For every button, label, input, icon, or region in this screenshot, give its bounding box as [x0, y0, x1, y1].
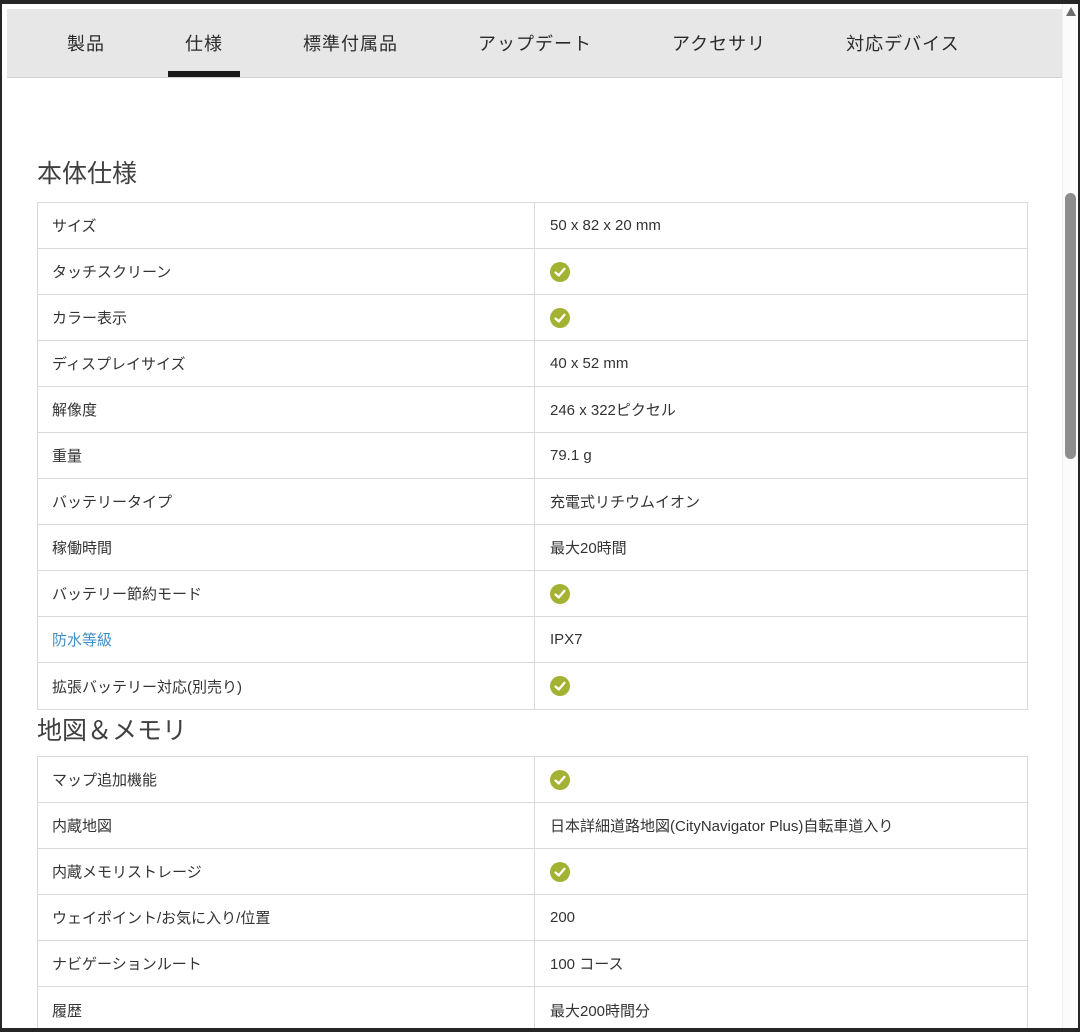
browser-page: 製品 仕様 標準付属品 アップデート アクセサリ 対応デバイス 本体仕様サイズ5…: [0, 0, 1080, 1032]
spec-value-cell: 日本詳細道路地図(CityNavigator Plus)自転車道入り: [535, 803, 1027, 848]
spec-value-cell: 40 x 52 mm: [535, 341, 1027, 386]
table-row: サイズ50 x 82 x 20 mm: [38, 203, 1027, 249]
spec-value-cell: 100 コース: [535, 941, 1027, 986]
spec-content: 本体仕様サイズ50 x 82 x 20 mmタッチスクリーンカラー表示ディスプレ…: [2, 78, 1062, 1028]
spec-value-cell: 246 x 322ピクセル: [535, 387, 1027, 432]
tab-accessories[interactable]: アクセサリ: [672, 9, 766, 77]
table-row: バッテリー節約モード: [38, 571, 1027, 617]
table-row: タッチスクリーン: [38, 249, 1027, 295]
tab-product[interactable]: 製品: [67, 9, 105, 77]
spec-value-cell: [535, 663, 1027, 709]
scrollbar-up-arrow-icon[interactable]: [1066, 7, 1076, 16]
spec-value-cell: [535, 849, 1027, 894]
table-row: 拡張バッテリー対応(別売り): [38, 663, 1027, 709]
spec-label-cell: 拡張バッテリー対応(別売り): [38, 663, 535, 709]
spec-label-cell: 重量: [38, 433, 535, 478]
table-row: 内蔵メモリストレージ: [38, 849, 1027, 895]
spec-value-cell: [535, 249, 1027, 294]
check-icon: [550, 584, 570, 604]
spec-value-cell: 最大20時間: [535, 525, 1027, 570]
section-title: 本体仕様: [37, 159, 1062, 189]
spec-value-cell: 50 x 82 x 20 mm: [535, 203, 1027, 248]
spec-label-cell: サイズ: [38, 203, 535, 248]
table-row: 重量79.1 g: [38, 433, 1027, 479]
table-row: バッテリータイプ充電式リチウムイオン: [38, 479, 1027, 525]
check-icon: [550, 770, 570, 790]
spec-value-cell: IPX7: [535, 617, 1027, 662]
table-row: 稼働時間最大20時間: [38, 525, 1027, 571]
spec-value-cell: [535, 757, 1027, 802]
table-row: マップ追加機能: [38, 757, 1027, 803]
spec-value-cell: 最大200時間分: [535, 987, 1027, 1028]
spec-label-cell: バッテリータイプ: [38, 479, 535, 524]
spec-label-cell: ディスプレイサイズ: [38, 341, 535, 386]
table-row: カラー表示: [38, 295, 1027, 341]
spec-value-cell: 充電式リチウムイオン: [535, 479, 1027, 524]
table-row: 履歴最大200時間分: [38, 987, 1027, 1028]
table-row: ウェイポイント/お気に入り/位置200: [38, 895, 1027, 941]
spec-label-cell: バッテリー節約モード: [38, 571, 535, 616]
spec-label-cell: 内蔵メモリストレージ: [38, 849, 535, 894]
check-icon: [550, 862, 570, 882]
tab-in-the-box[interactable]: 標準付属品: [303, 9, 398, 77]
spec-label-cell: 防水等級: [38, 617, 535, 662]
spec-value-cell: 79.1 g: [535, 433, 1027, 478]
spec-value-cell: [535, 571, 1027, 616]
spec-label-cell: ナビゲーションルート: [38, 941, 535, 986]
table-row: ディスプレイサイズ40 x 52 mm: [38, 341, 1027, 387]
spec-label-cell: 稼働時間: [38, 525, 535, 570]
table-row: 解像度246 x 322ピクセル: [38, 387, 1027, 433]
tab-specifications[interactable]: 仕様: [185, 9, 223, 77]
vertical-scrollbar[interactable]: [1062, 4, 1078, 1028]
scrollbar-thumb[interactable]: [1065, 193, 1076, 459]
spec-label-cell: 解像度: [38, 387, 535, 432]
table-row: ナビゲーションルート100 コース: [38, 941, 1027, 987]
spec-label-cell: 履歴: [38, 987, 535, 1028]
spec-label-cell: カラー表示: [38, 295, 535, 340]
spec-label-cell: ウェイポイント/お気に入り/位置: [38, 895, 535, 940]
spec-table: マップ追加機能内蔵地図日本詳細道路地図(CityNavigator Plus)自…: [37, 756, 1028, 1028]
spec-table: サイズ50 x 82 x 20 mmタッチスクリーンカラー表示ディスプレイサイズ…: [37, 202, 1028, 710]
tab-updates[interactable]: アップデート: [478, 9, 592, 77]
spec-label-cell: 内蔵地図: [38, 803, 535, 848]
check-icon: [550, 262, 570, 282]
spec-value-cell: [535, 295, 1027, 340]
table-row: 防水等級 IPX7: [38, 617, 1027, 663]
spec-label-cell: タッチスクリーン: [38, 249, 535, 294]
product-tab-bar: 製品 仕様 標準付属品 アップデート アクセサリ 対応デバイス: [7, 9, 1062, 78]
spec-value-cell: 200: [535, 895, 1027, 940]
check-icon: [550, 676, 570, 696]
tab-compatible-devices[interactable]: 対応デバイス: [846, 9, 959, 77]
spec-label-link[interactable]: 防水等級: [52, 629, 112, 650]
table-row: 内蔵地図日本詳細道路地図(CityNavigator Plus)自転車道入り: [38, 803, 1027, 849]
check-icon: [550, 308, 570, 328]
spec-label-cell: マップ追加機能: [38, 757, 535, 802]
section-title: 地図＆メモリ: [37, 716, 1062, 746]
